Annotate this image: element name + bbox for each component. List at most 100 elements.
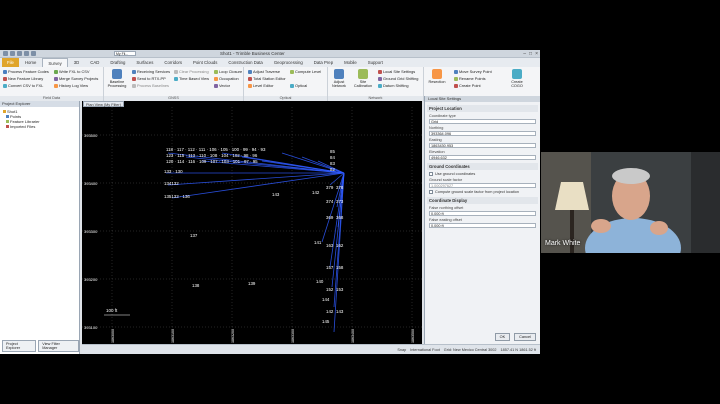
move-icon: [454, 69, 458, 74]
rename-points-button[interactable]: Rename Points: [454, 76, 486, 81]
tab-home[interactable]: Home: [20, 58, 41, 67]
tab-support[interactable]: Support: [363, 58, 388, 67]
optical-button[interactable]: Optical: [290, 83, 307, 88]
false-northing-field[interactable]: 0.000 ft: [429, 211, 536, 216]
send-rtx-button[interactable]: Send to RTX-PP: [132, 76, 166, 81]
adjust-network-button[interactable]: Adjust Network: [328, 69, 350, 88]
point-label: 373: [336, 199, 344, 204]
tab-mobile[interactable]: Mobile: [339, 58, 362, 67]
baseline-processing-button[interactable]: Baseline Processing: [106, 69, 128, 88]
project-explorer: Project Explorer Shot1 Points Feature Li…: [0, 101, 80, 354]
redo-icon[interactable]: [31, 51, 36, 56]
northing-field[interactable]: 393364.096: [429, 131, 536, 136]
maximize-icon[interactable]: □: [529, 51, 532, 57]
compute-scale-checkbox[interactable]: Compute ground scale factor from project…: [429, 190, 536, 194]
ok-button[interactable]: OK: [494, 333, 511, 341]
library-icon: [3, 76, 7, 81]
tab-point-clouds[interactable]: Point Clouds: [188, 58, 222, 67]
new-icon[interactable]: [3, 51, 8, 56]
northing-label: Northing: [429, 126, 444, 130]
convert-csv-button[interactable]: Convert CSV to FXL: [3, 83, 43, 88]
point-label: 140: [316, 279, 324, 284]
process-feature-codes-button[interactable]: Process Feature Codes: [3, 69, 49, 74]
tab-project-explorer[interactable]: Project Explorer: [2, 340, 37, 352]
tab-drafting[interactable]: Drafting: [105, 58, 130, 67]
tab-corridors[interactable]: Corridors: [159, 58, 187, 67]
local-site-settings-dialog: Local Site Settings Project Location Coo…: [424, 96, 540, 344]
vector-icon: [214, 83, 218, 88]
section-project-location[interactable]: Project Location: [427, 105, 538, 112]
point-label: 374: [326, 199, 334, 204]
create-cogo-button[interactable]: Create COGO: [506, 69, 528, 88]
tab-survey[interactable]: Survey: [42, 58, 68, 67]
section-coordinate-display[interactable]: Coordinate Display: [427, 197, 538, 204]
process-baselines-button[interactable]: Process Baselines: [132, 83, 169, 88]
create-point-button[interactable]: Create Point: [454, 83, 481, 88]
plan-view[interactable]: Plan View (My Filter) 393500 393400 3933…: [82, 101, 422, 344]
scale-bar: 100 ft: [104, 308, 130, 316]
vector-button[interactable]: Vector: [214, 83, 230, 88]
easting-field[interactable]: 1863430.953: [429, 143, 536, 148]
elevation-field[interactable]: 4946.632: [429, 155, 536, 160]
filter-combo[interactable]: My Fil...: [114, 51, 136, 56]
dialog-title: Local Site Settings: [425, 96, 540, 102]
ribbon-tabs: File Home Survey 3D CAD Drafting Surface…: [0, 58, 540, 67]
history-log-button[interactable]: History Log View: [54, 83, 88, 88]
datum-shifting-button[interactable]: Datum Shifting: [378, 83, 409, 88]
level-editor-button[interactable]: Level Editor: [248, 83, 274, 88]
tab-construction-data[interactable]: Construction Data: [223, 58, 267, 67]
title-bar: My Fil... Shot1 - Trimble Business Cente…: [0, 50, 540, 58]
false-easting-field[interactable]: 0.000 ft: [429, 223, 536, 228]
occupation-button[interactable]: Occupation: [214, 76, 239, 81]
tab-file[interactable]: File: [2, 58, 19, 67]
use-ground-checkbox[interactable]: Use ground coordinates: [429, 172, 536, 176]
move-survey-point-button[interactable]: Move Survey Point: [454, 69, 492, 74]
clear-processing-button[interactable]: Clear Processing: [174, 69, 209, 74]
point-label: 84: [330, 155, 335, 160]
false-easting-label: False easting offset: [429, 218, 462, 222]
adjust-traverse-button[interactable]: Adjust Traverse: [248, 69, 280, 74]
undo-icon[interactable]: [24, 51, 29, 56]
tab-surfaces[interactable]: Surfaces: [131, 58, 158, 67]
new-feature-library-button[interactable]: New Feature Library: [3, 76, 43, 81]
merge-survey-projects-button[interactable]: Merge Survey Projects: [54, 76, 98, 81]
ground-scale-label: Ground scale factor: [429, 178, 463, 182]
units-display[interactable]: International Foot: [410, 348, 440, 352]
plan-view-canvas[interactable]: 393500 393400 393300 393200 393100 118 ·…: [82, 107, 422, 344]
minimize-icon[interactable]: –: [523, 51, 526, 57]
point-label: 143: [336, 309, 344, 314]
local-site-settings-button[interactable]: Local Site Settings: [378, 69, 415, 74]
ground-grid-shifting-button[interactable]: Ground Grid Shifting: [378, 76, 418, 81]
open-icon[interactable]: [10, 51, 15, 56]
site-calibration-button[interactable]: Site Calibration: [352, 69, 374, 88]
point-labels: 118 · 117 · 112 · 111 · 106 · 105 · 100 …: [164, 147, 344, 324]
folder-icon: [3, 110, 6, 113]
tab-data-prep[interactable]: Data Prep: [309, 58, 338, 67]
easting-label: Easting: [429, 138, 442, 142]
traverse-icon: [248, 69, 252, 74]
coordinate-system[interactable]: Grid: New Mexico Central 3002: [444, 348, 497, 352]
cancel-button[interactable]: Cancel: [514, 333, 536, 341]
resection-button[interactable]: Resection: [426, 69, 448, 84]
tab-3d[interactable]: 3D: [69, 58, 85, 67]
tree-node-imported-files[interactable]: Imported Files: [3, 124, 76, 129]
loop-closure-button[interactable]: Loop Closure: [214, 69, 242, 74]
library-icon: [6, 120, 9, 123]
tab-geoprocessing[interactable]: Geoprocessing: [269, 58, 308, 67]
ribbon-group-field-data: Process Feature Codes Write FXL to CSV N…: [0, 67, 104, 101]
receiving-services-button[interactable]: Receiving Services: [132, 69, 170, 74]
time-based-view-button[interactable]: Time Based View: [174, 76, 209, 81]
section-ground-coordinates[interactable]: Ground Coordinates: [427, 163, 538, 170]
datum-icon: [378, 83, 382, 88]
y-axis-labels: 393500 393400 393300 393200 393100: [84, 133, 98, 330]
save-icon[interactable]: [17, 51, 22, 56]
tab-view-filter-manager[interactable]: View Filter Manager: [38, 340, 79, 352]
write-fxl-button[interactable]: Write FXL to CSV: [54, 69, 89, 74]
snap-toggle[interactable]: Snap: [397, 348, 406, 352]
coord-type-select[interactable]: Grid: [429, 119, 536, 124]
compute-level-button[interactable]: Compute Level: [290, 69, 321, 74]
close-icon[interactable]: ×: [535, 51, 538, 57]
total-station-editor-button[interactable]: Total Station Editor: [248, 76, 286, 81]
ground-scale-field[interactable]: 1.000297627: [429, 183, 536, 188]
tab-cad[interactable]: CAD: [85, 58, 104, 67]
